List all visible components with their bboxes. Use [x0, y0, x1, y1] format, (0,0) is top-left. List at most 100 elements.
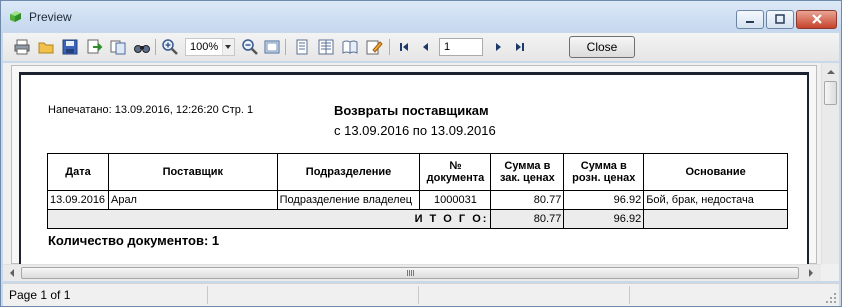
prev-page-button[interactable]: [417, 38, 435, 56]
status-bar: Page 1 of 1: [3, 283, 839, 306]
header-line: зак. ценах: [499, 172, 555, 184]
header-line: Сумма в: [580, 160, 627, 172]
scroll-right-icon: [809, 269, 813, 277]
open-icon: [38, 42, 54, 54]
report-table: Дата Поставщик Подразделение № документа …: [46, 153, 788, 229]
print-icon: [14, 39, 30, 55]
total-row: И Т О Г О: 80.77 96.92: [46, 209, 788, 229]
document-count: Количество документов: 1: [48, 233, 220, 248]
column-header-sum-retail: Сумма в розн. ценах: [563, 153, 645, 191]
zoom-value: 100%: [190, 41, 219, 53]
total-sum-purchase: 80.77: [490, 209, 565, 229]
page-status: Page 1 of 1: [9, 288, 71, 302]
column-header-doc-no: № документа: [419, 153, 492, 191]
header-line: Сумма в: [504, 160, 551, 172]
next-page-button[interactable]: [489, 38, 507, 56]
vertical-scrollbar[interactable]: [821, 63, 839, 264]
zoom-out-button[interactable]: [241, 38, 259, 56]
book-icon: [342, 40, 358, 54]
minimize-icon: [746, 21, 754, 23]
last-page-icon: [516, 43, 524, 51]
maximize-icon: [775, 14, 785, 24]
zoom-dropdown-arrow[interactable]: [222, 39, 234, 55]
edit-icon: [366, 40, 383, 55]
printed-info: Напечатано: 13.09.2016, 12:26:20 Стр. 1: [48, 104, 254, 116]
header-line: документа: [426, 172, 485, 184]
status-divider: [418, 286, 419, 304]
window-close-button[interactable]: [796, 10, 837, 29]
last-page-button[interactable]: [511, 38, 529, 56]
preview-window: Preview 100% 1 Close Напечатано: 13.09.2…: [0, 0, 842, 307]
cell-reason: Бой, брак, недостача: [643, 190, 788, 210]
edit-button[interactable]: [365, 38, 383, 56]
preview-area: Напечатано: 13.09.2016, 12:26:20 Стр. 1 …: [3, 63, 839, 265]
copy-icon: [110, 40, 126, 55]
scroll-corner: [821, 264, 839, 281]
scroll-left-arrow[interactable]: [4, 265, 20, 281]
report-period: с 13.09.2016 по 13.09.2016: [334, 123, 496, 138]
scroll-grip-icon: [407, 270, 415, 276]
open-button[interactable]: [37, 38, 55, 56]
app-icon: [10, 11, 21, 22]
scroll-left-icon: [10, 269, 14, 277]
maximize-button[interactable]: [766, 10, 794, 29]
export-button[interactable]: [85, 38, 103, 56]
copy-button[interactable]: [109, 38, 127, 56]
column-header-date: Дата: [47, 153, 109, 191]
print-button[interactable]: [13, 38, 31, 56]
cell-date: 13.09.2016: [47, 190, 109, 210]
single-page-button[interactable]: [293, 38, 311, 56]
total-empty-cell: [643, 209, 788, 229]
find-icon: [134, 45, 150, 53]
export-icon: [87, 39, 103, 54]
scroll-right-arrow[interactable]: [803, 265, 819, 281]
single-page-icon: [296, 39, 308, 55]
multi-page-icon: [318, 39, 334, 55]
cell-supplier: Арал: [107, 190, 278, 210]
page-frame: Напечатано: 13.09.2016, 12:26:20 Стр. 1 …: [11, 65, 817, 265]
column-header-department: Подразделение: [276, 153, 421, 191]
first-page-icon: [400, 43, 408, 51]
zoom-in-button[interactable]: [161, 38, 179, 56]
cell-department: Подразделение владелец: [276, 190, 421, 210]
cell-sum-purchase: 80.77: [490, 190, 565, 210]
save-button[interactable]: [61, 38, 79, 56]
scroll-up-icon: [827, 70, 835, 74]
report-title: Возвраты поставщикам: [334, 103, 489, 118]
first-page-button[interactable]: [395, 38, 413, 56]
header-line: розн. ценах: [572, 172, 636, 184]
save-icon: [62, 39, 78, 55]
next-page-icon: [496, 43, 501, 51]
header-line: №: [449, 160, 462, 172]
multi-page-button[interactable]: [317, 38, 335, 56]
toolbar-separator: [389, 39, 390, 55]
zoom-out-icon: [242, 39, 258, 55]
vertical-scroll-thumb[interactable]: [824, 81, 837, 105]
zoom-select[interactable]: 100%: [185, 38, 235, 56]
resize-grip-icon[interactable]: [825, 292, 837, 304]
table-header-row: Дата Поставщик Подразделение № документа …: [47, 153, 788, 191]
find-button[interactable]: [133, 38, 151, 56]
zoom-in-icon: [162, 39, 178, 55]
report-page: Напечатано: 13.09.2016, 12:26:20 Стр. 1 …: [19, 72, 809, 265]
table-row: 13.09.2016 Арал Подразделение владелец 1…: [47, 190, 788, 210]
minimize-button[interactable]: [736, 10, 764, 29]
toolbar: 100% 1 Close: [3, 33, 839, 61]
full-page-icon: [264, 40, 280, 54]
prev-page-icon: [423, 43, 428, 51]
book-button[interactable]: [341, 38, 359, 56]
cell-sum-retail: 96.92: [563, 190, 645, 210]
close-icon: [811, 14, 822, 24]
toolbar-separator: [155, 39, 156, 55]
title-bar: Preview: [1, 1, 841, 31]
horizontal-scrollbar[interactable]: [3, 264, 821, 281]
horizontal-scroll-thumb[interactable]: [21, 267, 799, 279]
column-header-supplier: Поставщик: [107, 153, 278, 191]
page-number-input[interactable]: [439, 38, 483, 56]
total-label: И Т О Г О:: [46, 209, 492, 229]
scroll-up-arrow[interactable]: [823, 64, 839, 80]
total-sum-retail: 96.92: [563, 209, 645, 229]
full-page-button[interactable]: [263, 38, 281, 56]
window-title: Preview: [29, 10, 72, 24]
close-button[interactable]: Close: [569, 36, 635, 58]
